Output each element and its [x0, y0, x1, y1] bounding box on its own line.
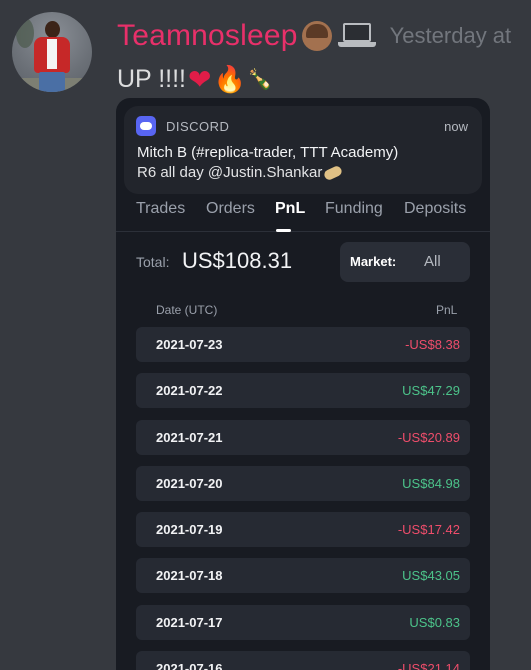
tab-deposits[interactable]: Deposits — [404, 200, 466, 218]
row-pnl: -US$20.89 — [397, 429, 460, 445]
champagne-bottle-emoji-icon: 🍾 — [247, 69, 273, 91]
row-pnl: -US$8.38 — [405, 337, 460, 352]
tab-funding[interactable]: Funding — [325, 200, 383, 218]
avatar-background-tree — [16, 18, 34, 48]
row-date: 2021-07-20 — [156, 475, 223, 491]
discord-notification[interactable]: DISCORD now Mitch B (#replica-trader, TT… — [124, 106, 482, 194]
username[interactable]: Teamnosleep — [117, 19, 298, 53]
notification-time: now — [444, 119, 468, 134]
notification-body: R6 all day @Justin.Shankar — [137, 164, 344, 181]
discord-logo-icon — [136, 116, 156, 136]
market-value: All — [424, 253, 441, 270]
table-row[interactable]: 2021-07-18 US$43.05 — [136, 558, 470, 594]
tab-orders[interactable]: Orders — [206, 200, 255, 218]
row-date: 2021-07-23 — [156, 337, 223, 352]
market-filter[interactable]: Market: All — [340, 242, 470, 282]
tab-pnl[interactable]: PnL — [275, 200, 305, 218]
table-row[interactable]: 2021-07-17 US$0.83 — [136, 604, 470, 640]
user-avatar[interactable] — [12, 12, 92, 92]
red-heart-emoji-icon: ❤ — [188, 64, 212, 95]
row-pnl: US$43.05 — [402, 568, 460, 584]
table-row[interactable]: 2021-07-16 -US$21.14 — [136, 651, 470, 670]
burrito-emoji-icon — [323, 164, 344, 181]
row-date: 2021-07-22 — [156, 383, 223, 399]
message-text: UP !!!! ❤ 🔥 🍾 — [117, 63, 273, 96]
notification-body-text: R6 all day @Justin.Shankar — [137, 164, 323, 181]
table-row[interactable]: 2021-07-22 US$47.29 — [136, 373, 470, 409]
row-pnl: US$47.29 — [402, 383, 460, 399]
table-row[interactable]: 2021-07-23 -US$8.38 — [136, 327, 470, 362]
row-date: 2021-07-21 — [156, 429, 223, 445]
column-header-pnl: PnL — [436, 303, 458, 317]
row-pnl: -US$21.14 — [397, 661, 460, 670]
message-text-content: UP !!!! — [117, 65, 187, 93]
row-date: 2021-07-16 — [156, 661, 223, 670]
tab-bar: Trades Orders PnL Funding Deposits — [116, 198, 490, 232]
avatar-head — [45, 21, 60, 38]
table-row[interactable]: 2021-07-20 US$84.98 — [136, 465, 470, 501]
laptop-emoji-icon — [337, 23, 376, 49]
woman-emoji-icon — [301, 21, 332, 51]
avatar-shirt — [47, 39, 57, 69]
avatar-legs — [39, 72, 65, 92]
message-header: Teamnosleep Yesterday at — [117, 16, 511, 56]
table-row[interactable]: 2021-07-19 -US$17.42 — [136, 512, 470, 548]
row-date: 2021-07-17 — [156, 614, 223, 630]
tab-trades[interactable]: Trades — [136, 200, 185, 218]
notification-app-name: DISCORD — [166, 119, 230, 134]
market-label: Market: — [350, 254, 397, 269]
total-label: Total: — [136, 254, 170, 270]
row-date: 2021-07-19 — [156, 522, 223, 538]
active-tab-indicator — [276, 229, 291, 232]
notification-title: Mitch B (#replica-trader, TTT Academy) — [137, 144, 399, 161]
phone-screenshot-attachment[interactable]: DISCORD now Mitch B (#replica-trader, TT… — [116, 98, 490, 670]
row-pnl: US$0.83 — [409, 614, 460, 630]
row-pnl: -US$17.42 — [397, 522, 460, 538]
row-pnl: US$84.98 — [402, 475, 460, 491]
total-value: US$108.31 — [182, 248, 293, 273]
fire-emoji-icon: 🔥 — [213, 64, 246, 94]
pnl-table: 2021-07-23 -US$8.38 2021-07-22 US$47.29 2021… — [136, 327, 470, 670]
column-header-date: Date (UTC) — [156, 303, 218, 317]
message-timestamp: Yesterday at — [389, 23, 512, 48]
table-row[interactable]: 2021-07-21 -US$20.89 — [136, 419, 470, 455]
row-date: 2021-07-18 — [156, 568, 223, 584]
